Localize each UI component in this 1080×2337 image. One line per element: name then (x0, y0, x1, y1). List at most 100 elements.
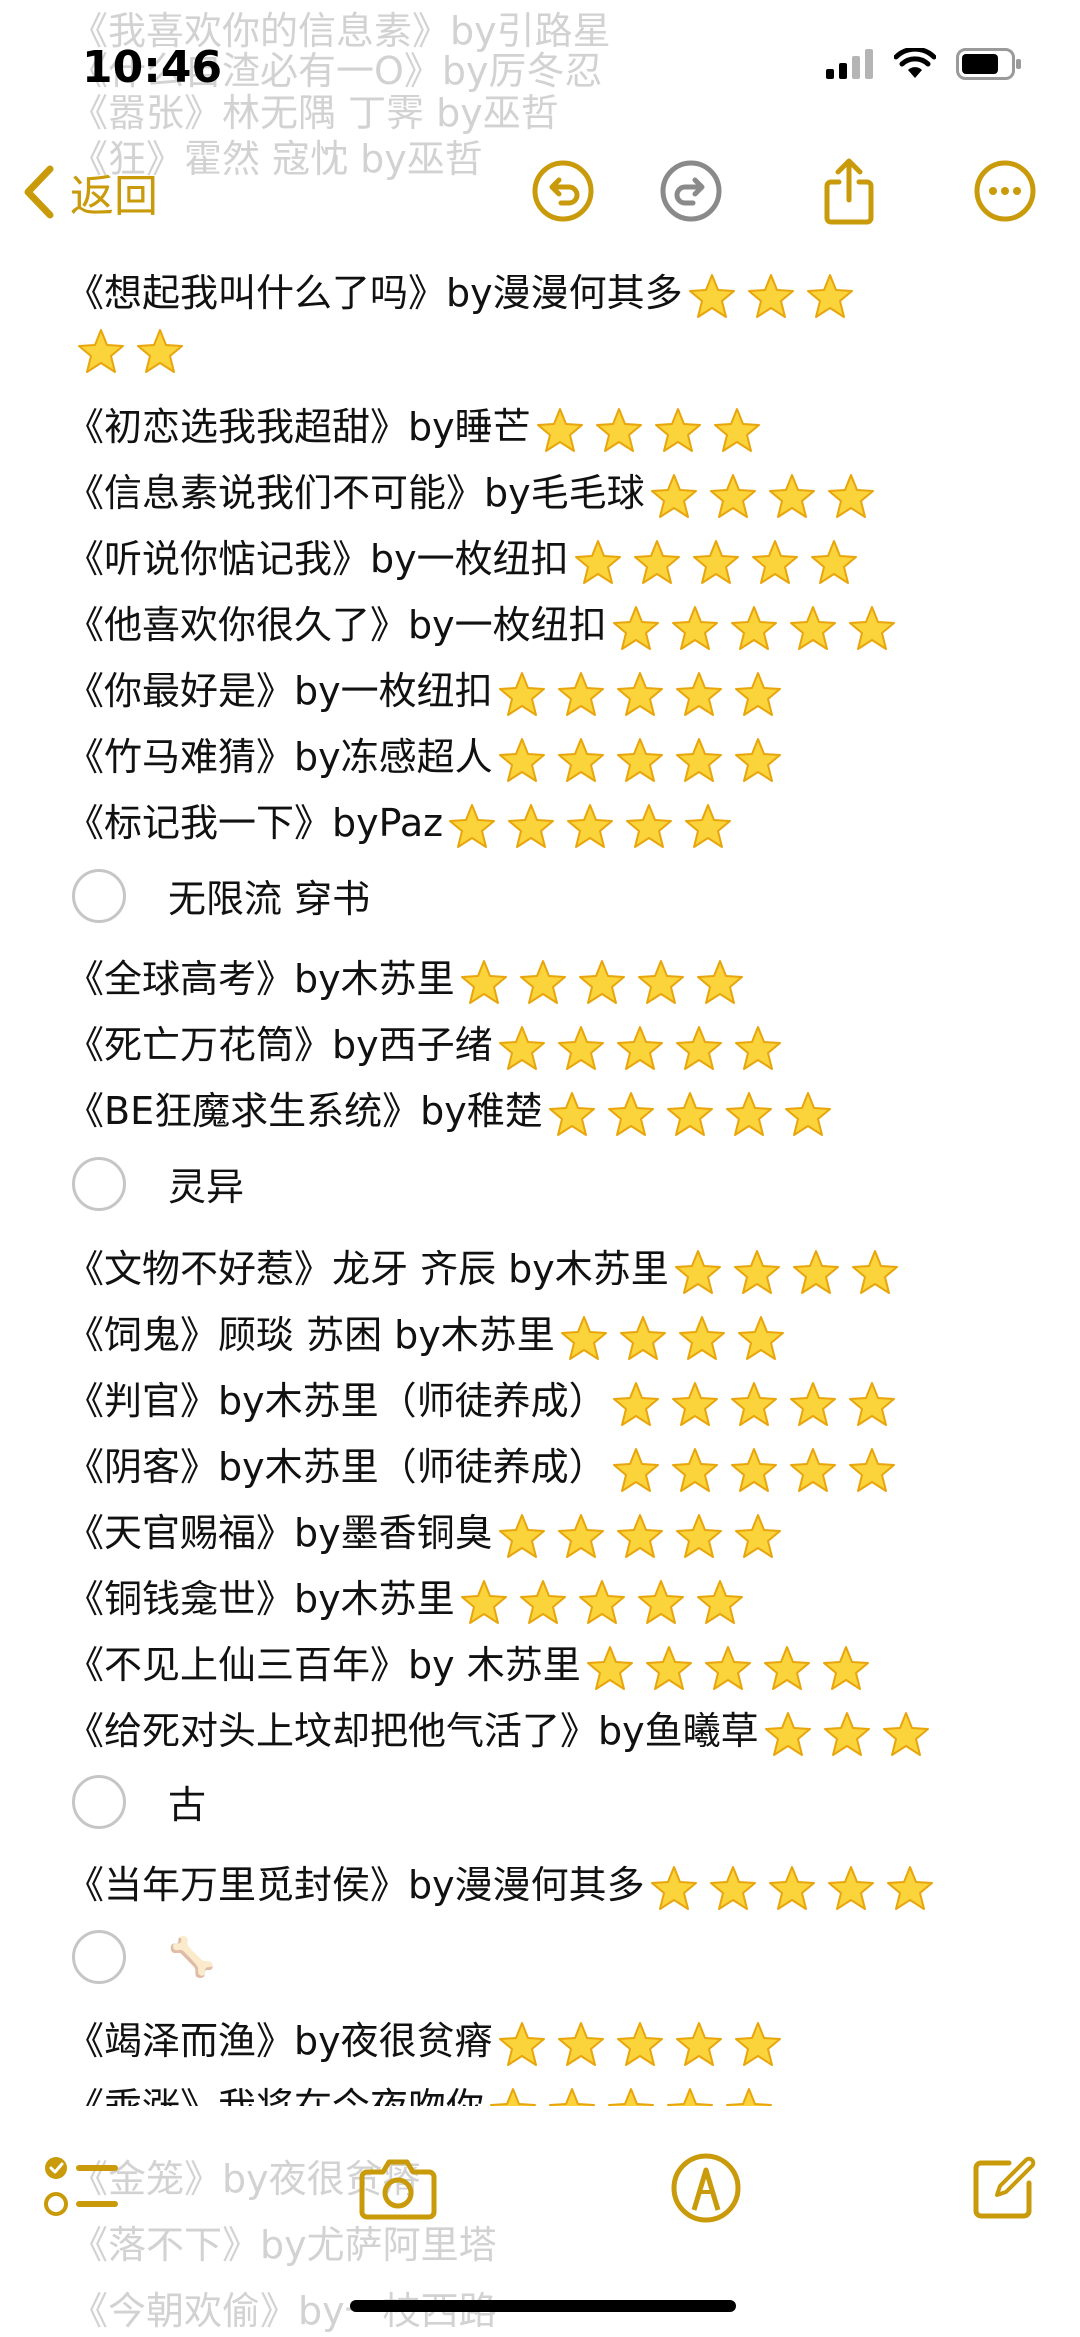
home-indicator (350, 2300, 736, 2312)
bone-emoji: 🦴 (168, 1934, 216, 1979)
star-icon (885, 1865, 935, 1911)
star-icon (606, 1091, 656, 1137)
markup-button[interactable] (664, 2146, 748, 2230)
book-entry-text: 《乖涨》我将在今夜吻你 (66, 2085, 484, 2106)
chevron-left-icon (24, 165, 54, 219)
star-rating (673, 1248, 909, 1296)
undo-button[interactable] (530, 158, 596, 224)
star-icon (615, 1513, 665, 1559)
star-icon (618, 1315, 668, 1361)
star-icon (556, 1025, 606, 1071)
book-entry-text: 《判官》by木苏里（师徒养成） (66, 1379, 607, 1423)
redo-icon (660, 160, 722, 222)
star-icon (729, 1381, 779, 1427)
note-line: 《判官》by木苏里（师徒养成） (66, 1370, 906, 1427)
star-icon (497, 1025, 547, 1071)
star-icon (805, 273, 855, 319)
star-icon (691, 539, 741, 585)
star-icon (636, 959, 686, 1005)
note-line: 《信息素说我们不可能》by毛毛球 (66, 462, 885, 519)
star-icon (585, 1645, 635, 1691)
star-icon (821, 1645, 871, 1691)
note-line: 《乖涨》我将在今夜吻你 (66, 2076, 783, 2106)
star-icon (624, 803, 674, 849)
camera-button[interactable] (356, 2146, 440, 2230)
book-entry-text: 《天官赐福》by墨香铜臭 (66, 1511, 493, 1555)
back-button[interactable]: 返回 (22, 160, 158, 224)
checklist-checkbox[interactable] (72, 868, 126, 923)
star-icon (497, 737, 547, 783)
book-entry-text: 《全球高考》by木苏里 (66, 957, 455, 1001)
star-icon (674, 671, 724, 717)
note-line: 《给死对头上坟却把他气活了》by鱼曦草 (66, 1700, 940, 1757)
star-icon (665, 1091, 715, 1137)
star-icon (674, 2021, 724, 2067)
star-icon (750, 539, 800, 585)
book-entry-text: 《BE狂魔求生系统》by稚楚 (66, 1089, 543, 1133)
checklist-checkbox[interactable] (72, 1156, 126, 1211)
checklist-button[interactable] (40, 2146, 124, 2230)
star-rating (488, 2086, 783, 2106)
star-icon (497, 1513, 547, 1559)
star-icon (736, 1315, 786, 1361)
star-icon (847, 605, 897, 651)
checklist-heading: 🦴 (72, 1930, 215, 1984)
star-icon (632, 539, 682, 585)
star-icon (826, 1865, 876, 1911)
status-icons (826, 48, 1022, 80)
book-entry-text: 《当年万里觅封侯》by漫漫何其多 (66, 1863, 645, 1907)
star-icon (826, 473, 876, 519)
star-rating (497, 1024, 792, 1072)
star-icon (732, 1249, 782, 1295)
star-icon (695, 1579, 745, 1625)
star-icon (556, 737, 606, 783)
compose-button[interactable] (962, 2146, 1046, 2230)
note-line: 《竭泽而渔》by夜很贫瘠 (66, 2010, 792, 2067)
star-icon (670, 1381, 720, 1427)
star-rating (573, 538, 868, 586)
book-entry-text: 《铜钱龛世》by木苏里 (66, 1577, 455, 1621)
star-rating (649, 1864, 944, 1912)
star-icon (733, 2021, 783, 2067)
note-line: 《死亡万花筒》by西子绪 (66, 1014, 792, 1071)
more-options-button[interactable] (972, 158, 1038, 224)
note-line: 《当年万里觅封侯》by漫漫何其多 (66, 1854, 944, 1911)
star-rating (547, 1090, 842, 1138)
undo-icon (532, 160, 594, 222)
star-icon (673, 1249, 723, 1295)
cellular-signal-icon (826, 49, 873, 79)
share-icon (824, 158, 874, 225)
book-entry-text: 《死亡万花筒》by西子绪 (66, 1023, 493, 1067)
star-rating (559, 1314, 795, 1362)
note-body[interactable]: 《想起我叫什么了吗》by漫漫何其多 《初恋选我我超甜》by睡芒 《信息素说我们不… (0, 248, 1080, 2106)
star-icon (636, 1579, 686, 1625)
star-icon (547, 1091, 597, 1137)
star-rating (447, 802, 742, 850)
share-button[interactable] (816, 158, 882, 225)
star-icon (615, 2021, 665, 2067)
checklist-heading: 无限流 穿书 (72, 868, 370, 923)
redo-button[interactable] (658, 158, 724, 224)
star-icon (783, 1091, 833, 1137)
star-icon (762, 1645, 812, 1691)
star-icon (644, 1645, 694, 1691)
star-icon (497, 671, 547, 717)
section-title: 灵异 (168, 1165, 245, 1209)
star-icon (447, 803, 497, 849)
star-icon (670, 605, 720, 651)
star-icon (733, 1025, 783, 1071)
checklist-checkbox[interactable] (72, 1930, 126, 1984)
bottom-toolbar (0, 2110, 1080, 2270)
star-icon (565, 803, 615, 849)
star-icon (695, 959, 745, 1005)
book-entry-text: 《想起我叫什么了吗》by漫漫何其多 (66, 271, 683, 315)
star-icon (809, 539, 859, 585)
note-line: 《你最好是》by一枚纽扣 (66, 660, 792, 717)
star-icon (135, 328, 185, 374)
checklist-checkbox[interactable] (72, 1774, 126, 1829)
book-entry-text: 《给死对头上坟却把他气活了》by鱼曦草 (66, 1709, 759, 1753)
star-icon (724, 2087, 774, 2106)
star-icon (606, 2087, 656, 2106)
star-icon (763, 1711, 813, 1757)
book-entry-text: 《他喜欢你很久了》by一枚纽扣 (66, 603, 607, 647)
